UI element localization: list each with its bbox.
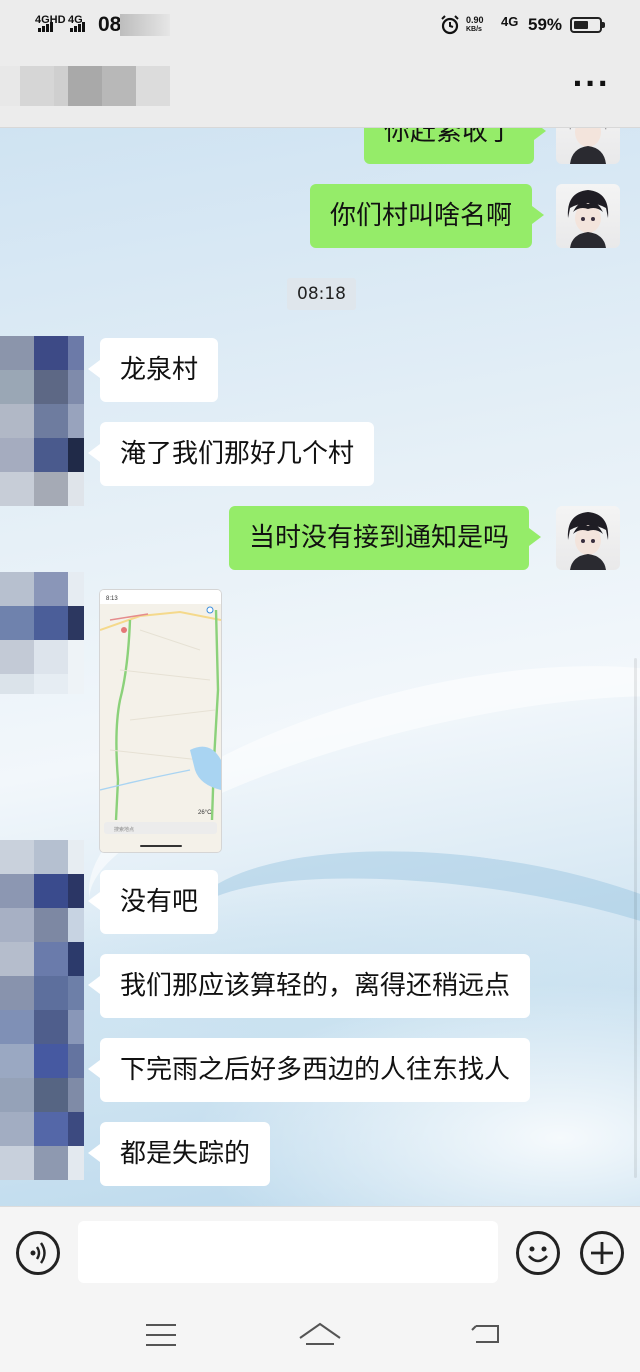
back-button[interactable] — [470, 1320, 506, 1348]
input-bar — [0, 1206, 640, 1298]
self-avatar[interactable] — [556, 128, 620, 164]
voice-input-button[interactable] — [16, 1231, 60, 1275]
scrollbar[interactable] — [634, 658, 637, 1178]
chat-area[interactable]: 你赶紧收了 你们村叫啥名啊 08:18 龙泉村 淹了我们那好几个村 当时没有接到… — [0, 128, 640, 1206]
outgoing-message[interactable]: 你赶紧收了 — [364, 128, 547, 164]
more-actions-button[interactable] — [580, 1231, 624, 1275]
outgoing-message[interactable]: 当时没有接到通知是吗 — [229, 506, 542, 570]
contact-name-pixelated — [0, 66, 170, 106]
incoming-message[interactable]: 都是失踪的 — [87, 1122, 271, 1186]
incoming-message[interactable]: 下完雨之后好多西边的人往东找人 — [87, 1038, 531, 1102]
contact-avatar-pixelated[interactable] — [0, 336, 84, 506]
incoming-message[interactable]: 没有吧 — [87, 870, 219, 934]
network-type-label-3: 4G — [501, 14, 519, 29]
incoming-message[interactable]: 我们那应该算轻的，离得还稍远点 — [87, 954, 531, 1018]
anime-avatar-icon — [567, 190, 609, 248]
network-speed: 0.90 KB/s — [466, 15, 484, 35]
more-options-button[interactable]: ··· — [572, 70, 610, 98]
system-navigation-bar — [0, 1298, 640, 1372]
map-screenshot-image[interactable]: 8:13 26°C 搜索地点 — [100, 590, 221, 852]
speed-value: 0.90 — [466, 15, 484, 25]
status-bar: 4GHD 4G 08:2 0.90 KB/s 4G 59% — [0, 0, 640, 52]
map-time: 8:13 — [106, 596, 118, 602]
anime-avatar-icon — [569, 128, 607, 164]
contact-avatar-pixelated[interactable] — [0, 840, 84, 1180]
map-temperature: 26°C — [198, 810, 212, 816]
signal-strength-icon — [38, 22, 53, 32]
signal-strength-icon-2 — [70, 22, 85, 32]
chat-header: ··· — [0, 52, 640, 128]
blurred-region — [120, 14, 170, 36]
speed-unit: KB/s — [466, 26, 482, 33]
smiley-icon — [528, 1246, 548, 1263]
recent-apps-button[interactable] — [146, 1324, 176, 1346]
anime-avatar-icon — [567, 512, 609, 570]
self-avatar[interactable] — [556, 506, 620, 570]
map-graphic: 8:13 26°C 搜索地点 — [100, 590, 221, 852]
map-search-placeholder: 搜索地点 — [114, 826, 134, 833]
voice-icon — [30, 1242, 46, 1264]
plus-icon — [591, 1242, 613, 1264]
contact-avatar-pixelated[interactable] — [0, 572, 84, 694]
incoming-message[interactable]: 淹了我们那好几个村 — [87, 422, 375, 486]
message-timestamp: 08:18 — [287, 278, 356, 310]
home-button[interactable] — [298, 1318, 342, 1348]
battery-icon — [570, 17, 605, 33]
emoji-button[interactable] — [516, 1231, 560, 1275]
outgoing-message[interactable]: 你们村叫啥名啊 — [310, 184, 545, 248]
self-avatar[interactable] — [556, 184, 620, 248]
message-input[interactable] — [78, 1221, 498, 1283]
alarm-icon — [441, 15, 459, 35]
battery-percent: 59% — [528, 15, 563, 34]
incoming-message[interactable]: 龙泉村 — [87, 338, 219, 402]
